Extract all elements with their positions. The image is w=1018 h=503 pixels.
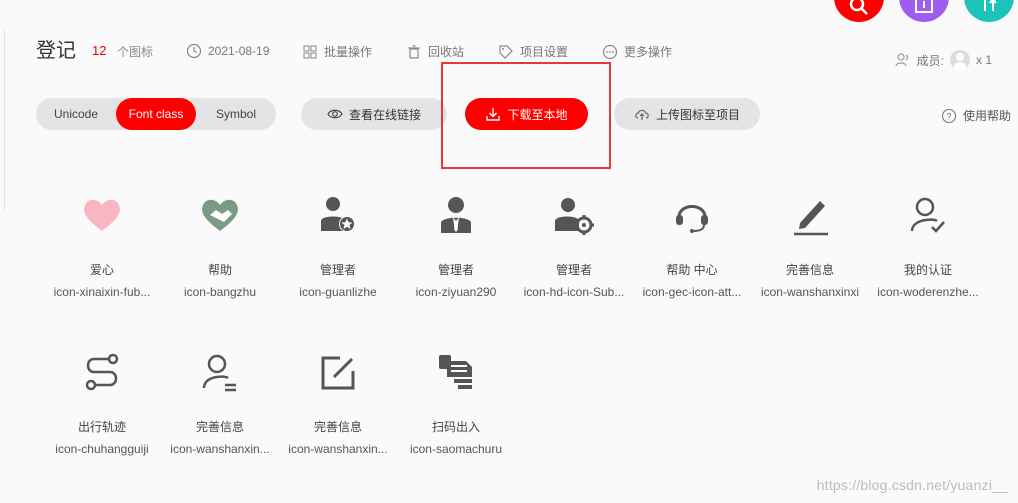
- members-count: x 1: [975, 53, 992, 67]
- user-check-icon: [910, 197, 945, 233]
- user-minus-icon: [202, 354, 236, 392]
- icon-code: icon-wanshanxin...: [288, 442, 388, 456]
- format-tabs: Unicode Font class Symbol: [36, 98, 276, 130]
- project-settings-label: 项目设置: [520, 45, 569, 59]
- icon-name: 管理者: [555, 263, 592, 277]
- icon-name: 扫码出入: [431, 420, 480, 434]
- more-ops-label: 更多操作: [624, 45, 673, 59]
- tab-font-class[interactable]: Font class: [116, 98, 196, 130]
- members-icon: [895, 53, 908, 67]
- icon-code: icon-hd-icon-Sub...: [523, 285, 625, 299]
- heart-icon: [84, 199, 120, 231]
- tab-unicode[interactable]: Unicode: [36, 98, 116, 130]
- search-icon: [849, 0, 868, 15]
- eye-icon: [327, 109, 343, 119]
- view-online-link-label: 查看在线链接: [348, 107, 421, 122]
- handshake-icon: [202, 199, 238, 231]
- icon-code: icon-bangzhu: [183, 285, 257, 299]
- search-fab-button[interactable]: [834, 0, 884, 22]
- icon-name: 帮助: [207, 263, 232, 277]
- icon-name: 完善信息: [195, 420, 244, 434]
- icon-card[interactable]: 出行轨迹 icon-chuhangguiji: [43, 347, 161, 457]
- upload-to-project-label: 上传图标至项目: [655, 107, 740, 122]
- headset-icon: [676, 205, 708, 233]
- recycle-label: 回收站: [428, 45, 465, 59]
- edit-square-icon: [321, 356, 355, 390]
- upload-box-icon: [915, 0, 933, 13]
- manager-suit-icon: [441, 197, 471, 233]
- transfer-fab-button[interactable]: [964, 0, 1014, 22]
- members-info[interactable]: 成员: x 1: [895, 50, 992, 70]
- icon-card[interactable]: 管理者 icon-ziyuan290: [397, 190, 515, 300]
- batch-icon: [303, 45, 317, 58]
- icon-code: icon-wanshanxinxi: [760, 285, 860, 299]
- transfer-arrows-icon: [984, 0, 997, 11]
- tab-symbol[interactable]: Symbol: [196, 98, 276, 130]
- left-divider: [4, 30, 5, 210]
- help-link[interactable]: ? 使用帮助: [941, 107, 1011, 124]
- manager-gear-icon: [555, 198, 594, 235]
- upload-to-project-button[interactable]: 上传图标至项目: [614, 98, 760, 130]
- icon-name: 完善信息: [785, 263, 834, 277]
- watermark: https://blog.csdn.net/yuanzi__: [816, 477, 1008, 493]
- trash-icon: [408, 44, 420, 59]
- icon-card[interactable]: 管理者 icon-hd-icon-Sub...: [515, 190, 633, 300]
- icon-name: 帮助 中心: [666, 263, 718, 277]
- created-date: 2021-08-19: [186, 43, 269, 59]
- icon-name: 出行轨迹: [77, 420, 126, 434]
- icon-code: icon-ziyuan290: [415, 285, 497, 299]
- recycle-button[interactable]: 回收站: [406, 43, 464, 60]
- icon-name: 完善信息: [313, 420, 362, 434]
- upload-fab-button[interactable]: [899, 0, 949, 22]
- scan-list-icon: [439, 355, 472, 389]
- icon-code: icon-guanlizhe: [299, 285, 377, 299]
- icon-code: icon-xinaixin-fub...: [53, 285, 151, 299]
- avatar: [949, 50, 970, 70]
- members-label: 成员:: [916, 53, 944, 68]
- batch-ops-label: 批量操作: [324, 45, 373, 59]
- cloud-upload-icon: [635, 109, 649, 120]
- icon-card[interactable]: 爱心 icon-xinaixin-fub...: [43, 190, 161, 300]
- icon-card[interactable]: 帮助 icon-bangzhu: [161, 190, 279, 300]
- svg-text:?: ?: [946, 111, 951, 121]
- icon-card[interactable]: 完善信息 icon-wanshanxinxi: [751, 190, 869, 300]
- icon-card[interactable]: 扫码出入 icon-saomachuru: [397, 347, 515, 457]
- icon-code: icon-chuhangguiji: [55, 442, 149, 456]
- icon-card[interactable]: 完善信息 icon-wanshanxin...: [161, 347, 279, 457]
- highlight-box: [441, 62, 611, 169]
- icon-count-unit: 个图标: [117, 45, 154, 59]
- icon-code: icon-saomachuru: [409, 442, 503, 456]
- tag-icon: [499, 44, 513, 59]
- route-icon: [85, 353, 119, 391]
- icon-count: 12: [92, 43, 107, 58]
- more-dots-icon: [602, 44, 618, 59]
- icon-name: 管理者: [319, 263, 356, 277]
- page-title: 登记: [36, 40, 76, 62]
- date-text: 2021-08-19: [208, 44, 270, 58]
- icon-name: 管理者: [437, 263, 474, 277]
- batch-ops-button[interactable]: 批量操作: [302, 43, 372, 60]
- icon-code: icon-woderenzhe...: [877, 285, 979, 299]
- help-label: 使用帮助: [963, 109, 1012, 123]
- pen-line-icon: [794, 201, 828, 236]
- view-online-link-button[interactable]: 查看在线链接: [301, 98, 447, 130]
- question-icon: ?: [941, 108, 957, 123]
- icon-name: 我的认证: [903, 263, 952, 277]
- icon-card[interactable]: 完善信息 icon-wanshanxin...: [279, 347, 397, 457]
- project-settings-button[interactable]: 项目设置: [498, 43, 568, 60]
- icon-card[interactable]: 帮助 中心 icon-gec-icon-att...: [633, 190, 751, 300]
- icon-code: icon-gec-icon-att...: [642, 285, 742, 299]
- clock-icon: [186, 43, 202, 59]
- icon-name: 爱心: [89, 263, 114, 277]
- more-ops-button[interactable]: 更多操作: [602, 43, 672, 60]
- manager-star-icon: [321, 197, 355, 232]
- icon-code: icon-wanshanxin...: [170, 442, 270, 456]
- icon-card[interactable]: 我的认证 icon-woderenzhe...: [869, 190, 987, 300]
- icon-card[interactable]: 管理者 icon-guanlizhe: [279, 190, 397, 300]
